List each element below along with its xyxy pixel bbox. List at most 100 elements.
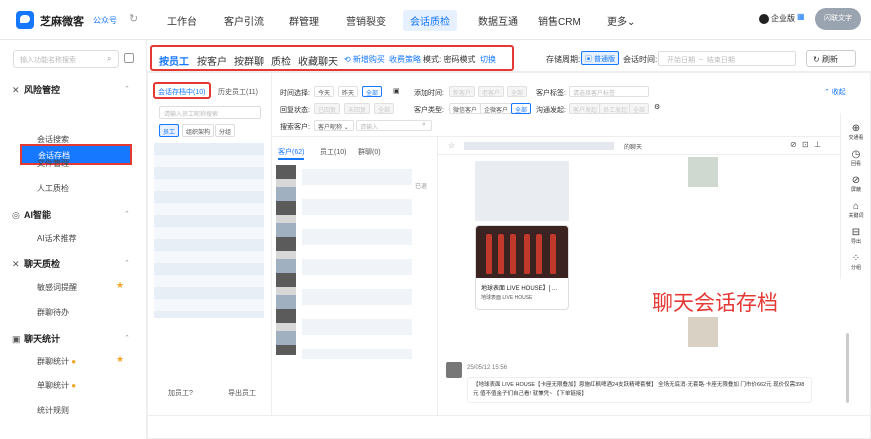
message-bubble: 【地球表面 LIVE HOUSE【卡座无限叠加】恩施红枫啤酒24支跃精啤套餐】 … xyxy=(467,377,812,403)
export-employee-link[interactable]: 导出员工 xyxy=(228,388,256,398)
storage-version-button[interactable]: ▣ 普通版 xyxy=(581,51,619,65)
mode-switch-link[interactable]: 切换 xyxy=(480,54,496,65)
nav-sales-crm[interactable]: 销售CRM xyxy=(538,13,581,28)
chevron-up-icon[interactable]: ⌃ xyxy=(124,334,130,342)
nav-marketing[interactable]: 营销裂变 xyxy=(346,13,386,28)
rail-label: 分组 xyxy=(850,265,861,271)
add-old-customer[interactable]: 老客户 xyxy=(478,86,505,97)
employee-search-input[interactable]: 请输入员工昵称搜索 xyxy=(159,106,261,119)
bottle-image xyxy=(486,234,492,274)
employee-list-panel: 会话存档中(10) 历史员工(11) 请输入员工昵称搜索 员工 组织架构 分组 … xyxy=(148,73,272,415)
sidebar-item-stats-rules[interactable]: 统计规则 xyxy=(37,405,69,416)
customer-search-input[interactable]: 请输入 xyxy=(356,120,432,131)
tab-by-group[interactable]: 按群聊 xyxy=(234,53,264,68)
type-wecom[interactable]: 企微客户 xyxy=(480,103,513,114)
calendar-icon[interactable]: ▣ xyxy=(393,87,400,95)
function-search-input[interactable]: 输入功能名称搜索 xyxy=(13,50,119,68)
chip-employee[interactable]: 员工 xyxy=(159,124,180,137)
tab-employees[interactable]: 员工(10) xyxy=(320,147,346,157)
collapse-filters-link[interactable]: ⌃ 收起 xyxy=(824,87,846,97)
settings-icon[interactable]: ⚙ xyxy=(654,103,660,111)
customer-search-type[interactable]: 客户昵称 ⌄ xyxy=(314,120,354,131)
chip-org[interactable]: 组织架构 xyxy=(182,124,215,137)
chevron-up-icon[interactable]: ⌃ xyxy=(124,85,130,93)
user-avatar[interactable]: 闪联文字 xyxy=(815,8,861,30)
chat-scrollbar[interactable] xyxy=(846,333,849,403)
rail-item-group[interactable]: ⁘ 分组 xyxy=(841,253,871,271)
rail-item-traffic[interactable]: ⊕ 交通看 xyxy=(841,123,871,141)
link-card[interactable]: 地球表面 LIVE HOUSE】[ ... 地球表面 LIVE HOUSE xyxy=(475,225,569,310)
star-outline-icon[interactable]: ☆ xyxy=(448,141,455,150)
time-today[interactable]: 今天 xyxy=(314,86,335,97)
nav-data-exchange[interactable]: 数据互通 xyxy=(478,13,518,28)
star-icon[interactable]: ★ xyxy=(116,280,124,291)
chip-group[interactable]: 分组 xyxy=(215,124,236,137)
tab-by-customer[interactable]: 按客户 xyxy=(197,53,227,68)
sync-icon[interactable]: ↻ xyxy=(129,12,138,25)
chart-icon[interactable]: ⊥ xyxy=(814,140,821,149)
date-separator: ~ xyxy=(698,57,703,64)
enterprise-badge[interactable]: 企业版 xyxy=(759,13,795,24)
sidebar-item-sensitive-words[interactable]: 敏感词提醒 xyxy=(37,282,77,293)
tab-customers[interactable]: 客户(62) xyxy=(278,147,304,157)
sidebar-item-file-management[interactable]: 文件管理 xyxy=(37,158,69,169)
account-selector[interactable]: 公众号 xyxy=(93,15,117,26)
add-new-customer[interactable]: 新客户 xyxy=(449,86,476,97)
tab-group-chats[interactable]: 群聊(0) xyxy=(358,147,381,157)
sidebar-item-session-search[interactable]: 会话搜索 xyxy=(37,134,69,145)
new-purchase-link[interactable]: ⟲ 新增购买 xyxy=(344,54,385,65)
type-wechat[interactable]: 微信客户 xyxy=(449,103,482,114)
add-all[interactable]: 全部 xyxy=(507,86,528,97)
reply-unreplied[interactable]: 未回复 xyxy=(344,103,371,114)
reply-replied[interactable]: 已回复 xyxy=(314,103,341,114)
flow-employee[interactable]: 员工发起 xyxy=(599,103,632,114)
tag-select[interactable]: 请选择客户标签 xyxy=(569,86,649,97)
star-icon[interactable]: ★ xyxy=(116,354,124,365)
tab-history-employees[interactable]: 历史员工(11) xyxy=(218,87,258,97)
nav-more[interactable]: 更多⌄ xyxy=(607,13,635,28)
copy-icon[interactable]: ⊡ xyxy=(802,140,809,149)
fee-strategy-link[interactable]: 收费策略 xyxy=(389,54,421,65)
sidebar-item-ai-script[interactable]: AI话术推荐 xyxy=(37,233,77,244)
time-all[interactable]: 全部 xyxy=(362,86,383,97)
reply-all[interactable]: 全部 xyxy=(374,103,395,114)
flow-customer[interactable]: 客户发起 xyxy=(569,103,602,114)
menu-grid-icon[interactable] xyxy=(124,53,134,63)
tab-favorites[interactable]: 收藏聊天 xyxy=(298,53,338,68)
refresh-button[interactable]: ↻ 刷新 xyxy=(806,50,856,67)
section-ai[interactable]: ◎ AI智能 xyxy=(12,208,51,221)
tab-by-employee[interactable]: 按员工 xyxy=(159,53,189,68)
rail-item-history[interactable]: ◷ 回看 xyxy=(841,149,871,167)
card-image xyxy=(476,226,568,278)
nav-group-management[interactable]: 群管理 xyxy=(289,13,319,28)
sidebar-item-manual-inspection[interactable]: 人工质检 xyxy=(37,183,69,194)
chat-participants-blurred xyxy=(464,142,614,150)
employee-list-blurred[interactable] xyxy=(154,143,264,318)
tab-archiving-employees[interactable]: 会话存档中(10) xyxy=(158,87,205,97)
tag-icon[interactable]: ⊘ xyxy=(790,140,797,149)
sidebar-item-group-stats[interactable]: 群聊统计 ● xyxy=(37,356,76,367)
chevron-up-icon[interactable]: ⌃ xyxy=(124,210,130,218)
chevron-up-icon[interactable]: ⌃ xyxy=(124,259,130,267)
sidebar-item-group-todo[interactable]: 群聊待办 xyxy=(37,307,69,318)
nav-workbench[interactable]: 工作台 xyxy=(167,13,197,28)
bottle-image xyxy=(510,234,516,274)
date-range-picker[interactable]: 开始日期 ~ 结束日期 xyxy=(658,51,796,66)
add-employee-link[interactable]: 加员工? xyxy=(168,388,193,398)
type-all[interactable]: 全部 xyxy=(511,103,532,114)
rail-item-keyword[interactable]: ⌂ 关键词 xyxy=(841,201,871,219)
time-yesterday[interactable]: 昨天 xyxy=(338,86,359,97)
section-label: AI智能 xyxy=(24,210,52,220)
nav-customer-acquisition[interactable]: 客户引流 xyxy=(224,13,264,28)
nav-session-inspection[interactable]: 会话质检 xyxy=(403,10,457,31)
grid-app-icon[interactable]: ▦ xyxy=(797,12,805,21)
rail-item-block[interactable]: ⊘ 屏蔽 xyxy=(841,175,871,193)
tab-inspection[interactable]: 质检 xyxy=(271,53,291,68)
section-chat-inspection[interactable]: ✕ 聊天质检 xyxy=(12,257,60,270)
sidebar-item-single-stats[interactable]: 单聊统计 ● xyxy=(37,380,76,391)
section-chat-stats[interactable]: ▣ 聊天统计 xyxy=(12,332,60,345)
flow-all[interactable]: 全部 xyxy=(629,103,650,114)
section-risk-control[interactable]: ✕ 风险管控 xyxy=(12,83,60,96)
customer-list-blurred[interactable] xyxy=(302,169,412,359)
rail-item-export[interactable]: ⊟ 导出 xyxy=(841,227,871,245)
